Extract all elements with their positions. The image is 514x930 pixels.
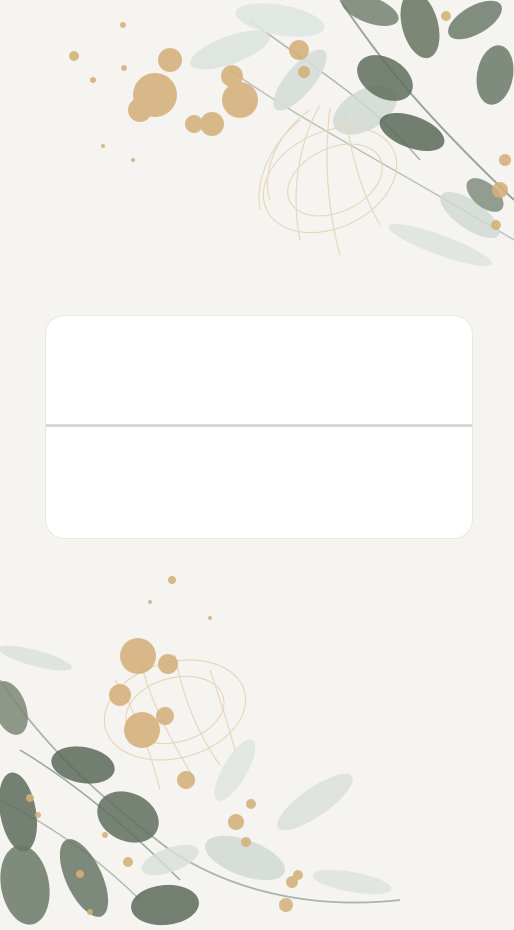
card-bottom-section (46, 428, 472, 536)
floral-decoration-top (69, 0, 514, 267)
content-card (46, 316, 472, 538)
screen (0, 0, 514, 930)
floral-decoration-bottom (0, 576, 401, 926)
card-divider (46, 424, 472, 427)
card-top-section (46, 316, 472, 424)
